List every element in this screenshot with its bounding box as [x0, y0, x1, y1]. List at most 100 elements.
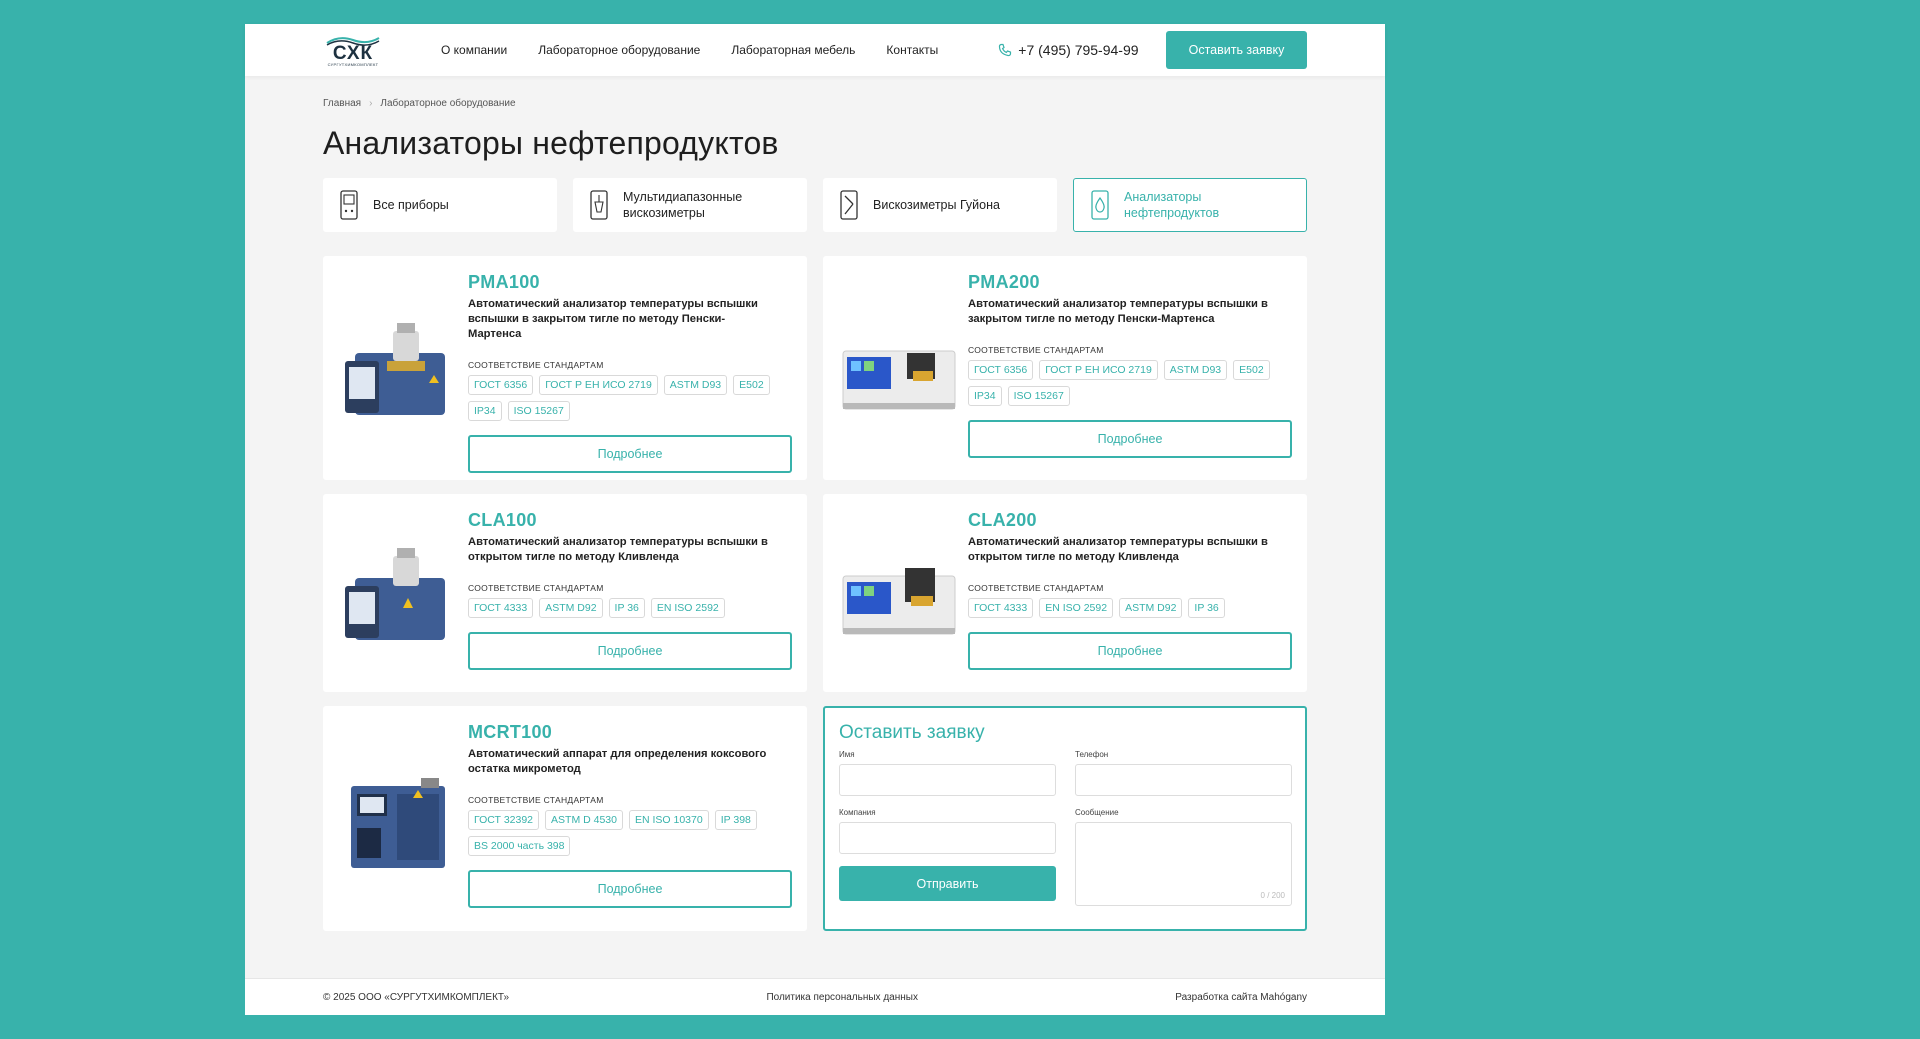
phone-label: Телефон: [1075, 750, 1109, 759]
product-name[interactable]: PMA200: [968, 272, 1293, 293]
privacy-policy-link[interactable]: Политика персональных данных: [766, 992, 918, 1003]
name-input[interactable]: [839, 764, 1056, 796]
standard-tag: ASTM D 4530: [545, 810, 623, 830]
message-label: Сообщение: [1075, 808, 1119, 817]
standard-tag: ГОСТ 32392: [468, 810, 540, 830]
product-card-mcrt100: MCRT100 Автоматический аппарат для опред…: [323, 706, 807, 931]
nav-lab-furniture[interactable]: Лабораторная мебель: [731, 43, 855, 57]
standards-tags: ГОСТ 6356 ГОСТ Р ЕН ИСО 2719 ASTM D93 E5…: [468, 375, 788, 421]
standards-tags: ГОСТ 4333 ASTM D92 IP 36 EN ISO 2592: [468, 598, 788, 618]
standard-tag: ГОСТ Р ЕН ИСО 2719: [539, 375, 658, 395]
standards-label: СООТВЕТСТВИЕ СТАНДАРТАМ: [468, 795, 604, 805]
company-label: Компания: [839, 808, 876, 817]
product-card-pma100: PMA100 Автоматический анализатор темпера…: [323, 256, 807, 480]
main-content: Главная › Лабораторное оборудование Анал…: [245, 98, 1385, 931]
analyzer-image: [842, 568, 956, 635]
product-card-cla200: CLA200 Автоматический анализатор темпера…: [823, 494, 1307, 692]
category-label: Все приборы: [373, 198, 449, 212]
breadcrumb: Главная › Лабораторное оборудование: [323, 98, 1307, 109]
category-guyon-viscometers[interactable]: Вискозиметры Гуйона: [823, 178, 1057, 232]
standards-label: СООТВЕТСТВИЕ СТАНДАРТАМ: [968, 583, 1104, 593]
standard-tag: EN ISO 2592: [1039, 598, 1114, 618]
more-button[interactable]: Подробнее: [968, 632, 1292, 670]
standard-tag: ГОСТ 6356: [968, 360, 1034, 380]
category-label: Вискозиметры Гуйона: [873, 198, 1000, 212]
standard-tag: ASTM D92: [1119, 598, 1183, 618]
site-footer: © 2025 ООО «СУРГУТХИМКОМПЛЕКТ» Политика …: [245, 978, 1385, 1015]
product-name[interactable]: PMA100: [468, 272, 793, 293]
category-all-devices[interactable]: Все приборы: [323, 178, 557, 232]
more-button[interactable]: Подробнее: [468, 870, 792, 908]
header-request-button[interactable]: Оставить заявку: [1166, 31, 1307, 69]
product-description: Автоматический анализатор температуры вс…: [968, 298, 1268, 325]
standard-tag: ГОСТ Р ЕН ИСО 2719: [1039, 360, 1158, 380]
product-description: Автоматический анализатор температуры вс…: [468, 298, 758, 340]
category-label: Мультидиапазонные вискозиметры: [623, 190, 743, 220]
category-tabs: Все приборы Мультидиапазонные вискозимет…: [323, 178, 1307, 232]
standard-tag: IP 36: [608, 598, 645, 618]
standard-tag: EN ISO 10370: [628, 810, 709, 830]
product-card-pma200: PMA200 Автоматический анализатор темпера…: [823, 256, 1307, 480]
standard-tag: IP 398: [714, 810, 757, 830]
category-petroleum-analyzers[interactable]: Анализаторы нефтепродуктов: [1073, 178, 1307, 232]
site-header: СХК СУРГУТХИМКОМПЛЕКТ О компании Лаборат…: [245, 24, 1385, 76]
breadcrumb-current[interactable]: Лабораторное оборудование: [380, 98, 515, 109]
nav-lab-equipment[interactable]: Лабораторное оборудование: [538, 43, 700, 57]
breadcrumb-chevron-icon: ›: [369, 98, 373, 109]
category-label: Анализаторы нефтепродуктов: [1124, 190, 1220, 220]
breadcrumb-home[interactable]: Главная: [323, 98, 361, 109]
standard-tag: ГОСТ 4333: [968, 598, 1034, 618]
standard-tag: ISO 15267: [507, 401, 570, 421]
standard-tag: ISO 15267: [1007, 386, 1070, 406]
drop-icon: [1091, 190, 1109, 220]
standard-tag: ASTM D93: [1163, 360, 1228, 380]
standard-tag: E502: [1233, 360, 1270, 380]
form-title: Оставить заявку: [839, 722, 985, 743]
logo-text: СХК: [332, 42, 374, 64]
category-multirange-viscometers[interactable]: Мультидиапазонные вискозиметры: [573, 178, 807, 232]
more-button[interactable]: Подробнее: [468, 632, 792, 670]
standard-tag: ASTM D92: [539, 598, 603, 618]
product-description: Автоматический аппарат для определения к…: [468, 748, 767, 775]
standard-tag: ГОСТ 4333: [468, 598, 534, 618]
site-logo[interactable]: СХК СУРГУТХИМКОМПЛЕКТ: [323, 29, 383, 71]
product-name[interactable]: MCRT100: [468, 722, 793, 743]
nav-about[interactable]: О компании: [441, 43, 507, 57]
standards-tags: ГОСТ 4333 EN ISO 2592 ASTM D92 IP 36: [968, 598, 1288, 618]
product-name[interactable]: CLA100: [468, 510, 793, 531]
developer-link[interactable]: Разработка сайта Mahógany: [1175, 992, 1307, 1003]
standards-tags: ГОСТ 6356 ГОСТ Р ЕН ИСО 2719 ASTM D93 E5…: [968, 360, 1288, 406]
header-phone[interactable]: +7 (495) 795-94-99: [998, 42, 1139, 58]
viscometer-icon: [590, 190, 608, 220]
standard-tag: ГОСТ 6356: [468, 375, 534, 395]
company-input[interactable]: [839, 822, 1056, 854]
standard-tag: ASTM D93: [663, 375, 728, 395]
phone-input[interactable]: [1075, 764, 1292, 796]
message-textarea[interactable]: 0 / 200: [1075, 822, 1292, 906]
standard-tag: IP34: [468, 401, 502, 421]
logo-subtitle: СУРГУТХИМКОМПЛЕКТ: [327, 61, 379, 67]
form-fields: Имя Компания Отправить Телефон Сообщение…: [839, 750, 1292, 918]
page: СХК СУРГУТХИМКОМПЛЕКТ О компании Лаборат…: [245, 24, 1385, 1015]
product-name[interactable]: CLA200: [968, 510, 1293, 531]
standard-tag: BS 2000 часть 398: [468, 836, 571, 856]
standard-tag: EN ISO 2592: [650, 598, 725, 618]
page-title: Анализаторы нефтепродуктов: [323, 125, 779, 161]
more-button[interactable]: Подробнее: [468, 435, 792, 473]
product-card-cla100: CLA100 Автоматический анализатор темпера…: [323, 494, 807, 692]
submit-button[interactable]: Отправить: [839, 866, 1056, 901]
tube-icon: [840, 190, 858, 220]
phone-icon: [999, 43, 1012, 57]
standards-tags: ГОСТ 32392 ASTM D 4530 EN ISO 10370 IP 3…: [468, 810, 788, 856]
phone-number: +7 (495) 795-94-99: [1018, 42, 1139, 58]
standard-tag: IP34: [968, 386, 1002, 406]
name-label: Имя: [839, 750, 855, 759]
device-icon: [340, 190, 358, 220]
copyright: © 2025 ООО «СУРГУТХИМКОМПЛЕКТ»: [323, 991, 510, 1003]
main-nav: О компании Лабораторное оборудование Лаб…: [441, 43, 938, 57]
analyzer-image: [842, 350, 956, 410]
nav-contacts[interactable]: Контакты: [886, 43, 938, 57]
standards-label: СООТВЕТСТВИЕ СТАНДАРТАМ: [468, 360, 604, 370]
more-button[interactable]: Подробнее: [968, 420, 1292, 458]
char-counter: 0 / 200: [1260, 891, 1285, 900]
